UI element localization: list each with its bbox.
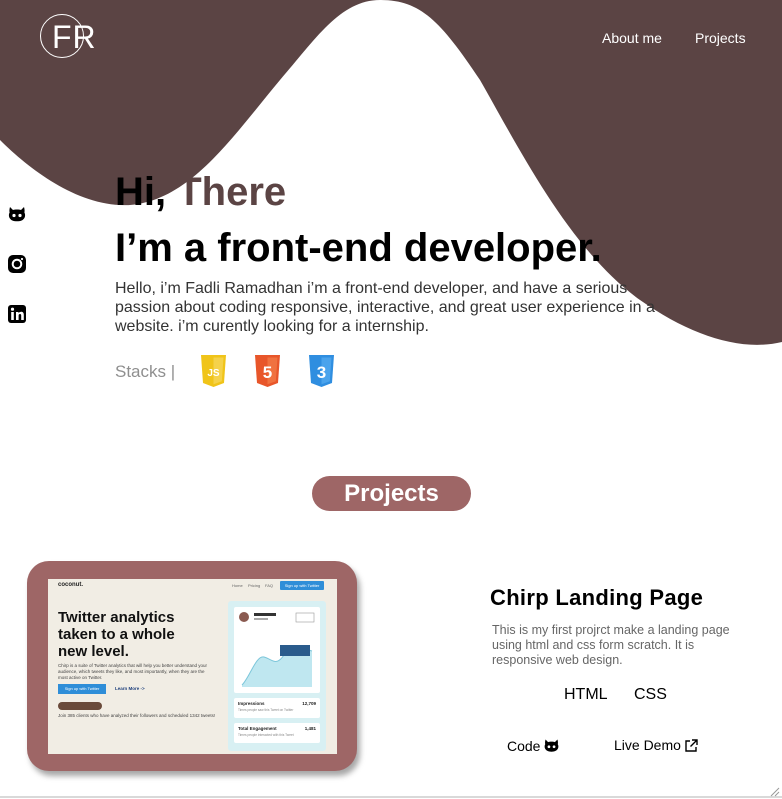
preview-engagement-label: Total Engagement: [238, 726, 277, 731]
hero-description: Hello, i’m Fadli Ramadhan i’m a front-en…: [115, 280, 655, 335]
html5-icon-label: 5: [263, 363, 272, 382]
preview-nav-home: Home: [232, 583, 243, 588]
javascript-icon: JS: [201, 355, 226, 387]
tech-tag-css: CSS: [634, 686, 667, 703]
code-link[interactable]: Code: [507, 737, 560, 754]
projects-heading: Projects: [312, 476, 471, 511]
preview-impressions-label: Impressions: [238, 701, 265, 706]
project-title: Chirp Landing Page: [490, 585, 704, 610]
html5-icon: 5: [255, 355, 280, 387]
preview-cta-button: Sign up with Twitter: [58, 684, 106, 694]
github-icon[interactable]: [7, 204, 27, 224]
preview-impressions-value: 12,709: [302, 701, 316, 706]
preview-logo: coconut.: [58, 582, 83, 588]
live-demo-link[interactable]: Live Demo: [614, 737, 698, 753]
preview-impressions-row: Impressions 12,709 Times people saw this…: [234, 698, 320, 718]
logo-text: FR: [52, 19, 97, 55]
tech-tag-html: HTML: [564, 686, 608, 703]
preview-engagement-row: Total Engagement 1,481 Times people inte…: [234, 723, 320, 743]
css3-icon: 3: [309, 355, 334, 387]
preview-headline: Twitter analytics taken to a whole new l…: [58, 609, 175, 660]
code-link-label: Code: [507, 738, 541, 754]
hero-title: I’m a front-end developer.: [115, 226, 602, 270]
site-logo[interactable]: FR: [40, 14, 98, 58]
javascript-icon-label: JS: [207, 368, 220, 379]
css3-icon-label: 3: [317, 363, 326, 382]
instagram-icon[interactable]: [7, 254, 27, 274]
project-card-preview[interactable]: coconut. Home Pricing FAQ Sign up with T…: [27, 561, 357, 771]
project-screenshot: coconut. Home Pricing FAQ Sign up with T…: [48, 579, 337, 754]
nav-projects[interactable]: Projects: [695, 30, 746, 46]
hero-greeting-accent: There: [177, 170, 287, 214]
resize-handle-icon: [770, 787, 780, 797]
preview-nav-pricing: Pricing: [248, 583, 261, 588]
preview-avatars: [58, 702, 102, 710]
preview-engagement-sub: Times people interacted with this Tweet: [238, 733, 294, 737]
preview-impressions-sub: Times people saw this Tweet on Twitter: [238, 708, 294, 712]
preview-nav-faq: FAQ: [265, 583, 274, 588]
hero-greeting-text: Hi,: [115, 170, 167, 214]
preview-chart-graphic: [239, 612, 315, 687]
stacks-label: Stacks |: [115, 362, 176, 381]
preview-signup-button: Sign up with Twitter: [280, 581, 324, 590]
project-description: This is my first projrct make a landing …: [492, 623, 730, 667]
external-link-icon: [685, 739, 698, 752]
hero-greeting: Hi, There: [115, 170, 286, 214]
preview-engagement-value: 1,481: [304, 726, 316, 731]
live-demo-link-label: Live Demo: [614, 737, 681, 753]
github-icon: [545, 739, 559, 752]
preview-join-text: Join 385 clients who have analyzed their…: [58, 713, 216, 718]
page-bottom-divider: [0, 796, 782, 798]
linkedin-icon[interactable]: [7, 304, 27, 324]
preview-analytics-panel: Impressions 12,709 Times people saw this…: [228, 601, 326, 751]
nav-about-me[interactable]: About me: [602, 30, 662, 46]
preview-learn-more: Learn More ->: [115, 686, 145, 691]
preview-copy: Chirp is a suite of Twitter analytics th…: [58, 663, 207, 680]
preview-chart: [234, 607, 320, 693]
